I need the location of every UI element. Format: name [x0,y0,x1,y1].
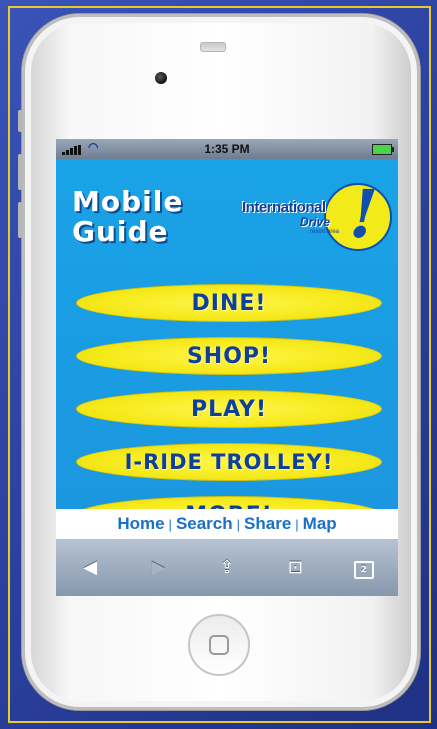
bookmarks-icon[interactable]: ⊡ [275,557,315,578]
volume-up-button [18,154,23,190]
map-link[interactable]: Map [303,514,337,534]
tabs-count: 2 [353,561,374,579]
share-link[interactable]: Share [244,514,291,534]
app-title-line1: Mobile [72,185,184,218]
back-arrow-icon[interactable]: ◀ [70,557,110,578]
home-button[interactable] [188,614,250,676]
app-title-line2: Guide [72,215,169,248]
app-content: Mobile Guide ! International Drive resor… [56,159,398,534]
menu-iride-trolley-button[interactable]: I-RIDE TROLLEY! [76,443,382,481]
separator: | [168,516,172,532]
earpiece-speaker [200,42,226,52]
separator: | [236,516,241,532]
logo-text-international: International [242,199,326,216]
status-time: 1:35 PM [204,142,250,156]
menu-play-button[interactable]: PLAY! [76,390,382,428]
status-bar: ◠ 1:35 PM [56,139,398,159]
international-drive-logo[interactable]: ! International Drive resort area [242,175,392,265]
home-square-icon [209,635,229,655]
front-camera [155,72,167,84]
home-link[interactable]: Home [117,514,164,534]
forward-arrow-icon[interactable]: ▶ [139,557,179,578]
battery-icon [372,144,394,155]
share-icon[interactable]: ⇪ [207,557,247,578]
app-title: Mobile Guide [72,187,183,247]
phone-screen: ◠ 1:35 PM Mobile Guide ! International D… [56,139,398,596]
search-link[interactable]: Search [176,514,233,534]
separator: | [295,516,299,532]
menu-dine-button[interactable]: DINE! [76,284,382,322]
mute-switch [18,110,23,132]
footer-links: Home | Search | Share | Map [56,509,398,539]
volume-down-button [18,202,23,238]
logo-text-drive: Drive [300,215,331,229]
logo-text-resort: resort area [310,229,340,235]
menu-shop-button[interactable]: SHOP! [76,337,382,375]
tabs-icon[interactable]: 2 [344,556,384,579]
browser-toolbar: ◀ ▶ ⇪ ⊡ 2 [56,539,398,596]
